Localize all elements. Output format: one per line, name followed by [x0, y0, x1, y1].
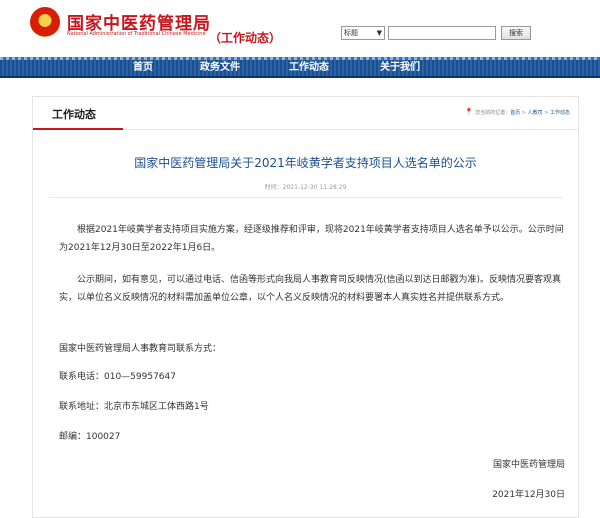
- breadcrumb-current-link[interactable]: 工作动态: [550, 110, 570, 116]
- panel-title-divider: [33, 128, 578, 130]
- breadcrumb-prefix: 您当前的位置：: [475, 110, 511, 116]
- time-value: 2021-12-30 11:28:29: [282, 184, 347, 191]
- nav-item-documents[interactable]: 政务文件: [200, 60, 240, 76]
- search-input[interactable]: [388, 26, 496, 40]
- time-label: 时间：: [264, 184, 283, 191]
- search-button[interactable]: 搜索: [501, 26, 531, 40]
- article-title: 国家中医药管理局关于2021年岐黄学者支持项目人选名单的公示: [134, 156, 477, 170]
- nav-item-work-news[interactable]: 工作动态: [289, 60, 329, 76]
- chevron-down-icon: ▼: [376, 29, 382, 37]
- contact-address: 联系地址：北京市东城区工体西路1号: [59, 402, 209, 412]
- breadcrumb: 📍 您当前的位置：首页 > 人教司 > 工作动态: [464, 108, 570, 116]
- breadcrumb-separator: >: [542, 110, 550, 116]
- article-divider: [49, 197, 562, 198]
- breadcrumb-department-link[interactable]: 人教司: [528, 110, 543, 116]
- main-nav: 首页 政务文件 工作动态 关于我们: [0, 57, 600, 78]
- search-scope-value: 标题: [344, 29, 358, 37]
- signature-org: 国家中医药管理局: [492, 460, 565, 470]
- site-header: 国家中医药管理局 National Administration of Trad…: [0, 0, 600, 56]
- breadcrumb-separator: >: [520, 110, 528, 116]
- search-scope-select[interactable]: 标题 ▼: [341, 26, 385, 40]
- article-paragraph: 公示期间，如有意见，可以通过电话、信函等形式向我局人事教育司反映情况(信函以到达…: [59, 275, 562, 303]
- panel-title: 工作动态: [52, 108, 96, 121]
- breadcrumb-home-link[interactable]: 首页: [510, 110, 520, 116]
- article-paragraph: 根据2021年岐黄学者支持项目实施方案，经逐级推荐和评审，现将2021年岐黄学者…: [59, 225, 564, 253]
- nav-item-about[interactable]: 关于我们: [380, 60, 420, 76]
- contact-title: 国家中医药管理局人事教育司联系方式：: [59, 344, 222, 354]
- location-pin-icon: 📍: [464, 108, 474, 116]
- national-emblem-icon[interactable]: [30, 7, 60, 37]
- signature-date: 2021年12月30日: [492, 490, 565, 500]
- section-tag: （工作动态）: [209, 31, 282, 45]
- site-name-english: National Administration of Traditional C…: [67, 31, 206, 37]
- contact-phone: 联系电话：010—59957647: [59, 372, 176, 382]
- contact-postcode: 邮编：100027: [59, 432, 121, 442]
- nav-item-home[interactable]: 首页: [133, 60, 153, 76]
- content-panel: 工作动态 📍 您当前的位置：首页 > 人教司 > 工作动态 国家中医药管理局关于2…: [32, 96, 579, 518]
- article-time: 时间：2021-12-30 11:28:29: [33, 182, 578, 191]
